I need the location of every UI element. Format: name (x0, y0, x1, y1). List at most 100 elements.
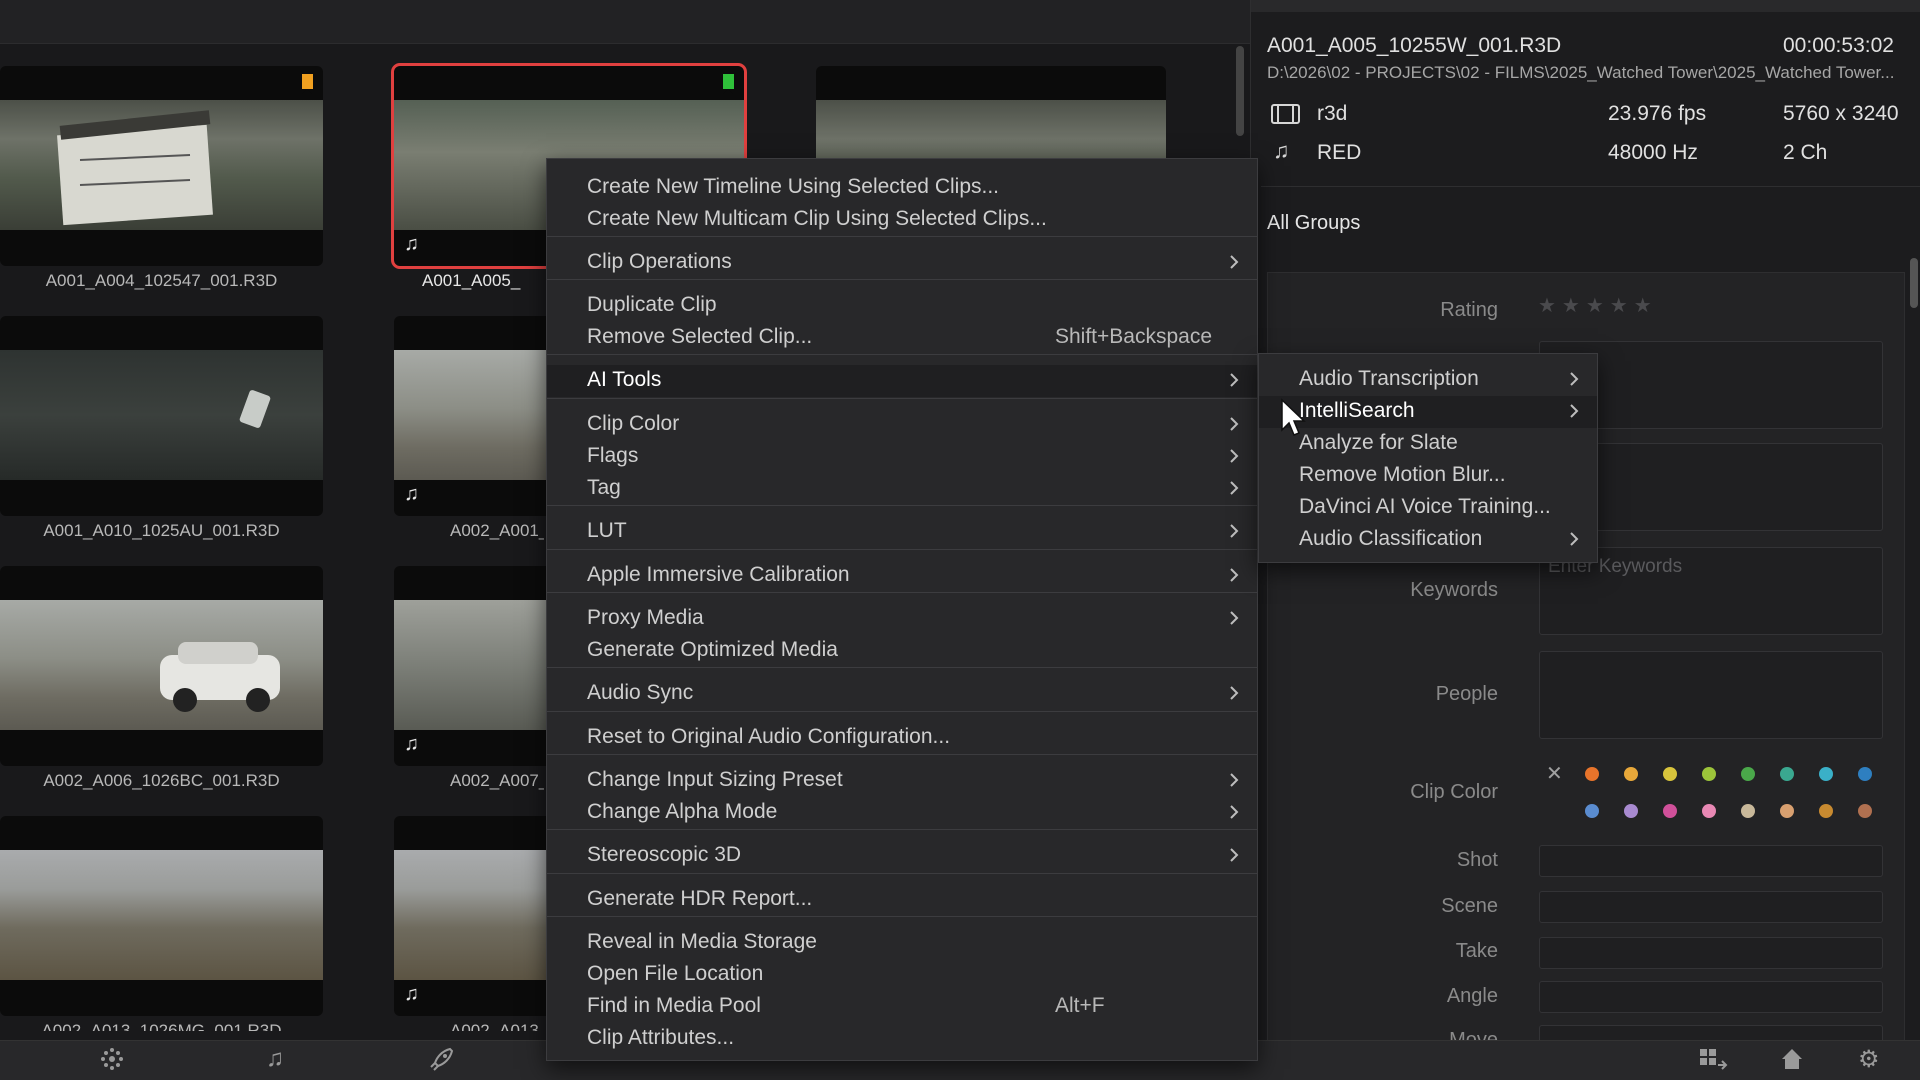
keywords-label: Keywords (1410, 579, 1498, 601)
clip-color-swatch[interactable] (1858, 767, 1872, 781)
chevron-right-icon (1230, 611, 1239, 625)
clip-color-swatch[interactable] (1819, 767, 1833, 781)
clip-color-swatch[interactable] (1741, 767, 1755, 781)
settings-gear-icon[interactable]: ⚙ (1858, 1045, 1880, 1074)
clip-name: A001_A004_102547_001.R3D (45, 271, 278, 290)
clip-color-swatch[interactable] (1624, 767, 1638, 781)
submenu-item-audio-transcription[interactable]: Audio Transcription (1259, 364, 1597, 396)
rating-label: Rating (1440, 299, 1498, 321)
slate-image (57, 110, 213, 226)
menu-item-change-input-sizing-preset[interactable]: Change Input Sizing Preset (547, 765, 1257, 797)
music-note-icon: ♫ (404, 233, 419, 255)
clip-color-swatch[interactable] (1702, 804, 1716, 818)
menu-item-reveal-in-media-storage[interactable]: Reveal in Media Storage (547, 927, 1257, 959)
menu-item-change-alpha-mode[interactable]: Change Alpha Mode (547, 797, 1257, 829)
rating-stars[interactable]: ★★★★★ (1538, 293, 1658, 318)
media-pool-scrollbar[interactable] (1236, 46, 1244, 136)
menu-item-clip-color[interactable]: Clip Color (547, 409, 1257, 441)
menu-item-label: Apple Immersive Calibration (587, 563, 850, 586)
menu-item-flags[interactable]: Flags (547, 441, 1257, 473)
menu-item-label: Clip Operations (587, 250, 732, 273)
menu-item-audio-sync[interactable]: Audio Sync (547, 678, 1257, 710)
clip-color-swatch[interactable] (1624, 804, 1638, 818)
clip-frame (0, 100, 323, 230)
chevron-right-icon (1230, 805, 1239, 819)
clip-thumbnail[interactable] (0, 66, 323, 266)
clear-color-icon[interactable]: ✕ (1546, 761, 1563, 786)
clip-color-swatch[interactable] (1819, 804, 1833, 818)
clip-color-swatch[interactable] (1663, 767, 1677, 781)
menu-item-label: Proxy Media (587, 606, 704, 629)
clip-thumbnail[interactable] (0, 816, 323, 1016)
clip-context-menu: Create New Timeline Using Selected Clips… (546, 158, 1258, 1061)
menu-item-label: Reset to Original Audio Configuration... (587, 725, 951, 748)
clip-color-swatch[interactable] (1702, 767, 1716, 781)
resolution: 5760 x 3240 (1783, 102, 1899, 125)
menu-separator (547, 873, 1257, 874)
menu-item-tag[interactable]: Tag (547, 473, 1257, 505)
menu-item-remove-selected-clip[interactable]: Remove Selected Clip... Shift+Backspace (547, 322, 1257, 354)
menu-item-create-new-timeline-using-selected-clips[interactable]: Create New Timeline Using Selected Clips… (547, 172, 1257, 204)
clip-color-swatch[interactable] (1780, 804, 1794, 818)
menu-item-find-in-media-pool[interactable]: Find in Media Pool Alt+F (547, 991, 1257, 1023)
menu-item-lut[interactable]: LUT (547, 516, 1257, 548)
clip-color-swatch[interactable] (1858, 804, 1872, 818)
home-icon[interactable] (1778, 1045, 1806, 1073)
metadata-group-selector[interactable]: All Groups (1267, 212, 1360, 235)
menu-item-open-file-location[interactable]: Open File Location (547, 959, 1257, 991)
clip-duration: 00:00:53:02 (1783, 34, 1894, 57)
clip-name: A002_A001_ (450, 521, 544, 540)
chevron-right-icon (1230, 255, 1239, 269)
people-input[interactable] (1539, 651, 1883, 739)
submenu-item-label: DaVinci AI Voice Training... (1299, 495, 1551, 518)
submenu-item-audio-classification[interactable]: Audio Classification (1259, 524, 1597, 556)
project-manager-icon[interactable] (1698, 1045, 1730, 1073)
divider (1261, 186, 1920, 187)
clip-name: A002_A006_1026BC_001.R3D (43, 771, 280, 790)
menu-item-shortcut: Shift+Backspace (1055, 325, 1213, 348)
fairlight-note-icon[interactable]: ♫ (266, 1045, 284, 1073)
chevron-right-icon (1570, 404, 1579, 418)
menu-item-label: LUT (587, 519, 627, 542)
menu-item-label: Clip Attributes... (587, 1026, 735, 1049)
chevron-right-icon (1230, 481, 1239, 495)
menu-separator (547, 549, 1257, 550)
clip-color-swatch[interactable] (1585, 767, 1599, 781)
menu-item-clip-operations[interactable]: Clip Operations (547, 247, 1257, 279)
menu-item-generate-hdr-report[interactable]: Generate HDR Report... (547, 884, 1257, 916)
submenu-item-intellisearch[interactable]: IntelliSearch (1259, 396, 1597, 428)
submenu-item-davinci-ai-voice-training[interactable]: DaVinci AI Voice Training... (1259, 492, 1597, 524)
submenu-item-remove-motion-blur[interactable]: Remove Motion Blur... (1259, 460, 1597, 492)
menu-item-proxy-media[interactable]: Proxy Media (547, 603, 1257, 635)
car-image (160, 642, 280, 712)
media-page-icon[interactable] (98, 1045, 126, 1073)
frame-rate: 23.976 fps (1608, 102, 1707, 125)
clip-frame (0, 600, 323, 730)
menu-item-stereoscopic-3d[interactable]: Stereoscopic 3D (547, 840, 1257, 872)
menu-item-create-new-multicam-clip-using-selected-clips[interactable]: Create New Multicam Clip Using Selected … (547, 204, 1257, 236)
submenu-item-analyze-for-slate[interactable]: Analyze for Slate (1259, 428, 1597, 460)
chevron-right-icon (1230, 773, 1239, 787)
shot-input[interactable] (1539, 845, 1883, 877)
music-note-icon: ♫ (404, 983, 419, 1005)
menu-item-generate-optimized-media[interactable]: Generate Optimized Media (547, 635, 1257, 667)
menu-item-ai-tools[interactable]: AI Tools (547, 365, 1257, 397)
inspector-scrollbar[interactable] (1910, 258, 1918, 308)
menu-item-label: Change Alpha Mode (587, 800, 778, 823)
clip-color-swatch[interactable] (1585, 804, 1599, 818)
take-input[interactable] (1539, 937, 1883, 969)
clip-filename: A001_A005_10255W_001.R3D (1267, 34, 1562, 57)
scene-input[interactable] (1539, 891, 1883, 923)
menu-separator (547, 236, 1257, 237)
angle-input[interactable] (1539, 981, 1883, 1013)
clip-color-swatch[interactable] (1741, 804, 1755, 818)
menu-item-clip-attributes[interactable]: Clip Attributes... (547, 1023, 1257, 1055)
menu-item-apple-immersive-calibration[interactable]: Apple Immersive Calibration (547, 560, 1257, 592)
menu-item-duplicate-clip[interactable]: Duplicate Clip (547, 290, 1257, 322)
clip-thumbnail[interactable] (0, 566, 323, 766)
clip-color-swatch[interactable] (1780, 767, 1794, 781)
menu-item-reset-to-original-audio-configuration[interactable]: Reset to Original Audio Configuration... (547, 722, 1257, 754)
deliver-rocket-icon[interactable] (428, 1045, 456, 1073)
clip-thumbnail[interactable] (0, 316, 323, 516)
clip-color-swatch[interactable] (1663, 804, 1677, 818)
